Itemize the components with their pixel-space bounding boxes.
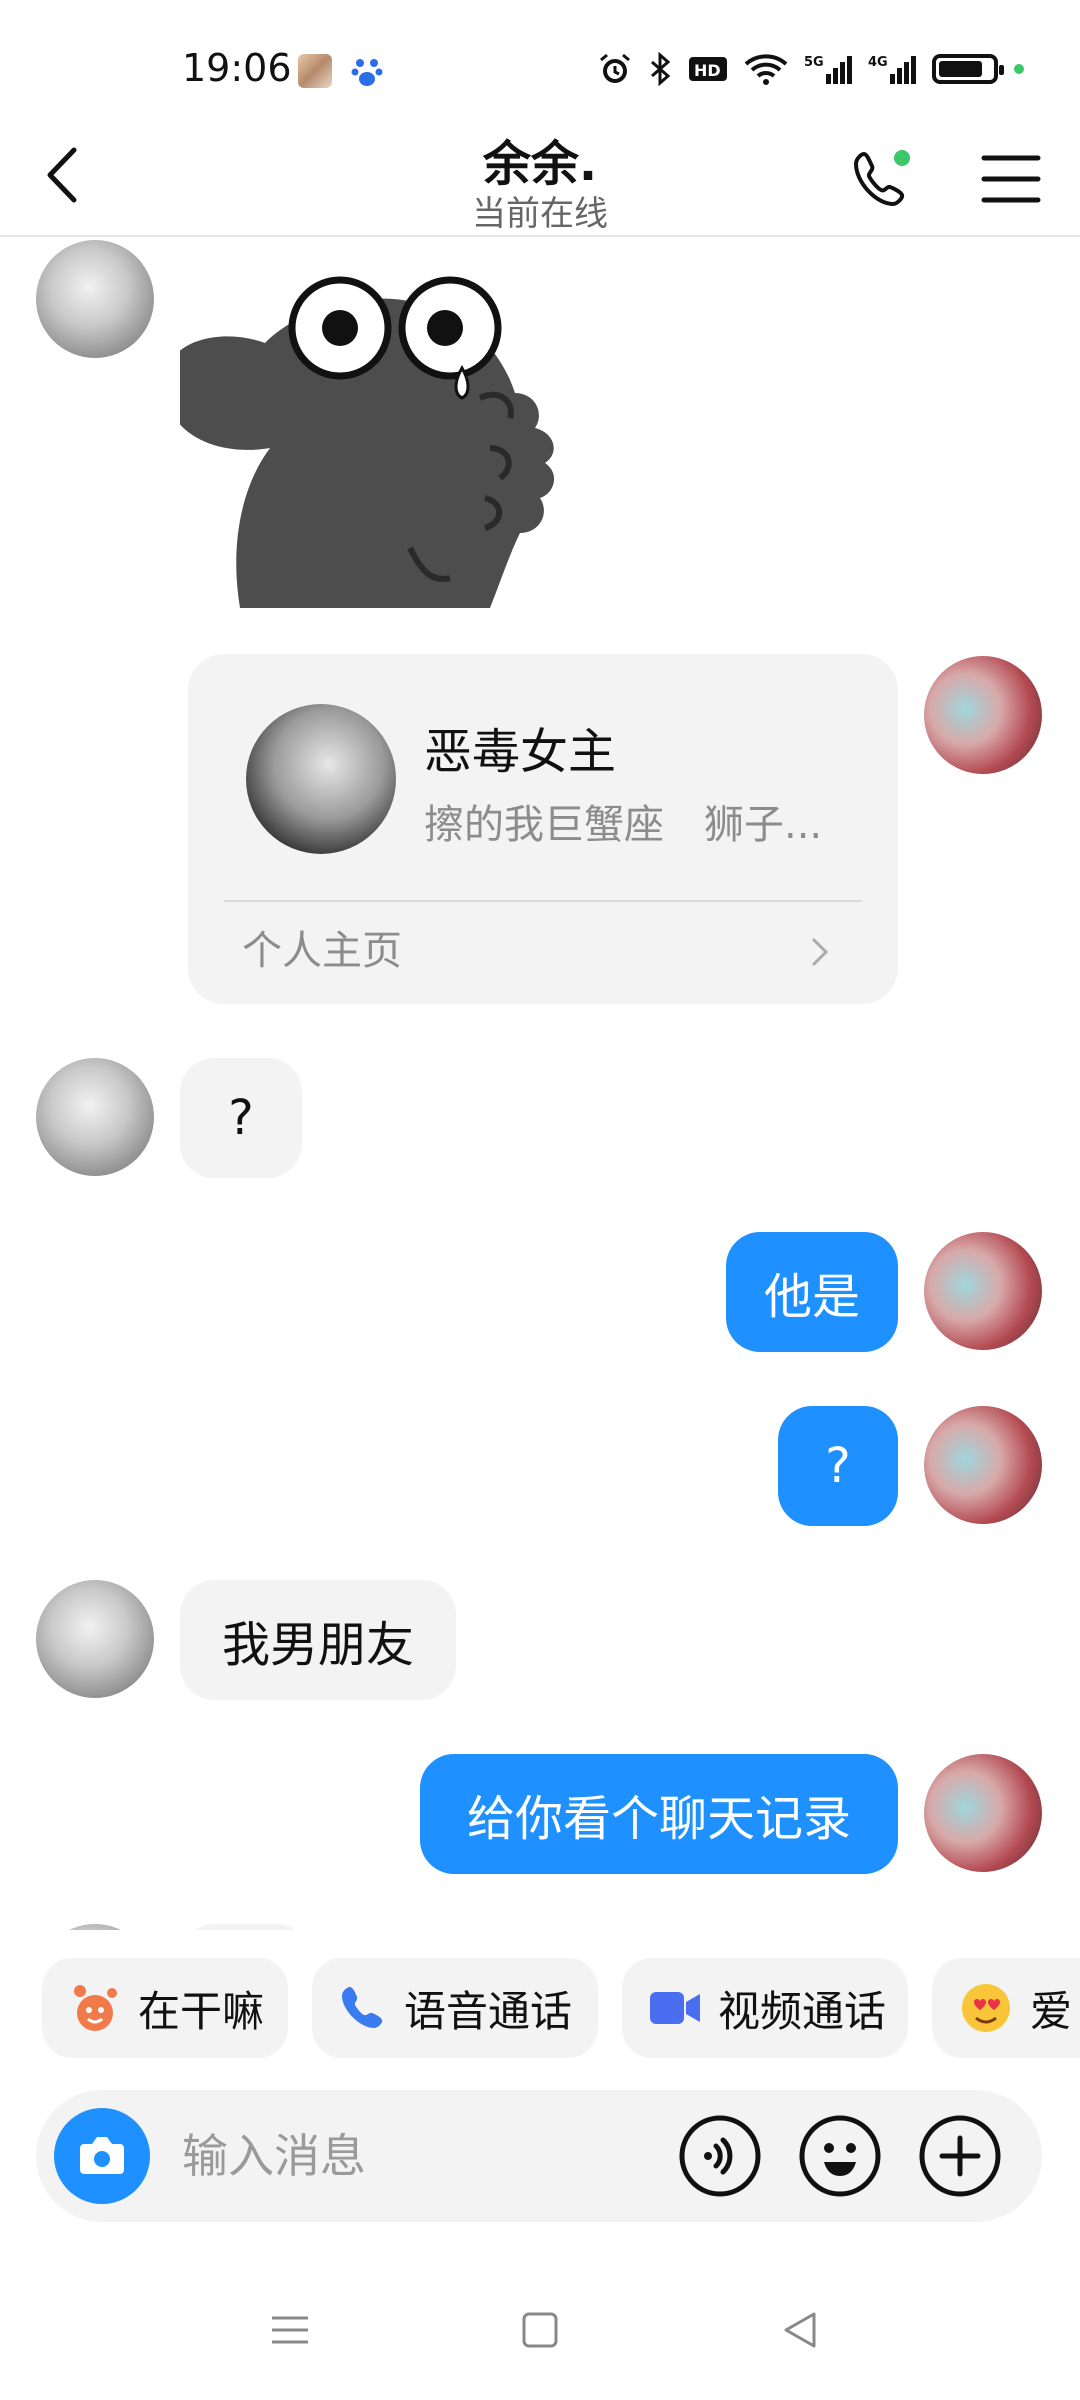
svg-text:HD: HD — [694, 61, 721, 80]
phone-call-button[interactable] — [846, 144, 916, 214]
emoji-wave-icon — [74, 1985, 117, 2031]
profile-card[interactable]: 恶毒女主 擦的我巨蟹座 狮子... 个人主页 — [188, 654, 898, 1004]
add-more-button[interactable] — [918, 2114, 1002, 2198]
bluetooth-icon — [651, 52, 671, 86]
svg-text:4G: 4G — [868, 55, 888, 70]
emoji-button[interactable] — [798, 2114, 882, 2198]
signal-5g-icon: 5G — [804, 55, 852, 84]
chat-header: 余余. 当前在线 — [0, 120, 1080, 237]
contact-avatar[interactable] — [36, 1058, 154, 1176]
recent-apps-button[interactable] — [260, 2300, 320, 2360]
message-bubble-incoming[interactable]: 我男朋友 — [180, 1580, 456, 1700]
profile-card-name: 恶毒女主 — [424, 724, 617, 780]
system-navigation-bar — [0, 2280, 1080, 2400]
video-icon — [650, 1992, 700, 2024]
my-avatar[interactable] — [924, 656, 1042, 774]
voice-message-button[interactable] — [678, 2114, 762, 2198]
heart-eyes-icon — [962, 1984, 1010, 2032]
message-bubble-outgoing[interactable]: ? — [778, 1406, 898, 1526]
hd-voice-icon: HD — [689, 57, 727, 81]
message-bubble-outgoing[interactable]: 他是 — [726, 1232, 898, 1352]
wifi-icon — [744, 54, 788, 85]
quick-action-label: 在干嘛 — [138, 1986, 265, 2036]
quick-action-label: 视频通话 — [718, 1986, 887, 2036]
chevron-right-icon — [812, 938, 829, 966]
contact-avatar[interactable] — [36, 1924, 154, 1930]
divider — [224, 900, 862, 902]
contact-avatar[interactable] — [36, 1580, 154, 1698]
message-bubble-incoming[interactable] — [180, 1924, 310, 1930]
contact-name: 余余. — [482, 136, 598, 192]
my-avatar[interactable] — [924, 1754, 1042, 1872]
message-input-bar — [36, 2090, 1042, 2222]
signal-4g-icon: 4G — [868, 55, 916, 84]
battery-icon — [932, 54, 1004, 84]
svg-text:5G: 5G — [804, 55, 824, 70]
quick-action-chip[interactable]: 语音通话 — [312, 1958, 598, 2058]
message-bubble-incoming[interactable]: ? — [180, 1058, 302, 1178]
message-bubble-outgoing[interactable]: 给你看个聊天记录 — [420, 1754, 898, 1874]
alarm-icon — [600, 53, 630, 83]
quick-action-chip[interactable]: 视频通话 — [622, 1958, 908, 2058]
message-list[interactable]: 恶毒女主 擦的我巨蟹座 狮子... 个人主页 ? 他是 ? 我男朋友 给你看个聊… — [0, 238, 1080, 1930]
camera-icon — [80, 2137, 124, 2174]
status-icons: HD 5G 4G — [598, 52, 1024, 86]
profile-card-description: 擦的我巨蟹座 狮子... — [424, 802, 823, 848]
status-bar: 19:06 HD 5G 4G — [0, 0, 1080, 120]
quick-action-chip[interactable]: 在干嘛 — [42, 1958, 288, 2058]
profile-card-avatar — [246, 704, 396, 854]
contact-avatar[interactable] — [36, 240, 154, 358]
notification-app-icon — [298, 54, 332, 88]
quick-action-chip[interactable]: 爱 — [932, 1958, 1080, 2058]
home-button[interactable] — [510, 2300, 570, 2360]
camera-button[interactable] — [54, 2108, 150, 2204]
status-time: 19:06 — [182, 46, 292, 90]
profile-card-link[interactable]: 个人主页 — [242, 918, 402, 976]
notification-baidu-icon — [350, 54, 384, 88]
message-input[interactable] — [182, 2120, 662, 2192]
menu-button[interactable] — [980, 148, 1042, 210]
quick-action-label: 语音通话 — [404, 1986, 573, 2036]
crocodile-sticker-image[interactable] — [180, 248, 620, 608]
my-avatar[interactable] — [924, 1232, 1042, 1350]
phone-icon — [342, 1987, 383, 2028]
online-status: 当前在线 — [472, 194, 608, 234]
my-avatar[interactable] — [924, 1406, 1042, 1524]
privacy-dot-icon — [1014, 64, 1024, 74]
quick-action-label: 爱 — [1030, 1986, 1073, 2036]
back-nav-button[interactable] — [770, 2300, 830, 2360]
quick-actions-bar: 在干嘛 语音通话 视频通话 爱 — [0, 1958, 1080, 2062]
